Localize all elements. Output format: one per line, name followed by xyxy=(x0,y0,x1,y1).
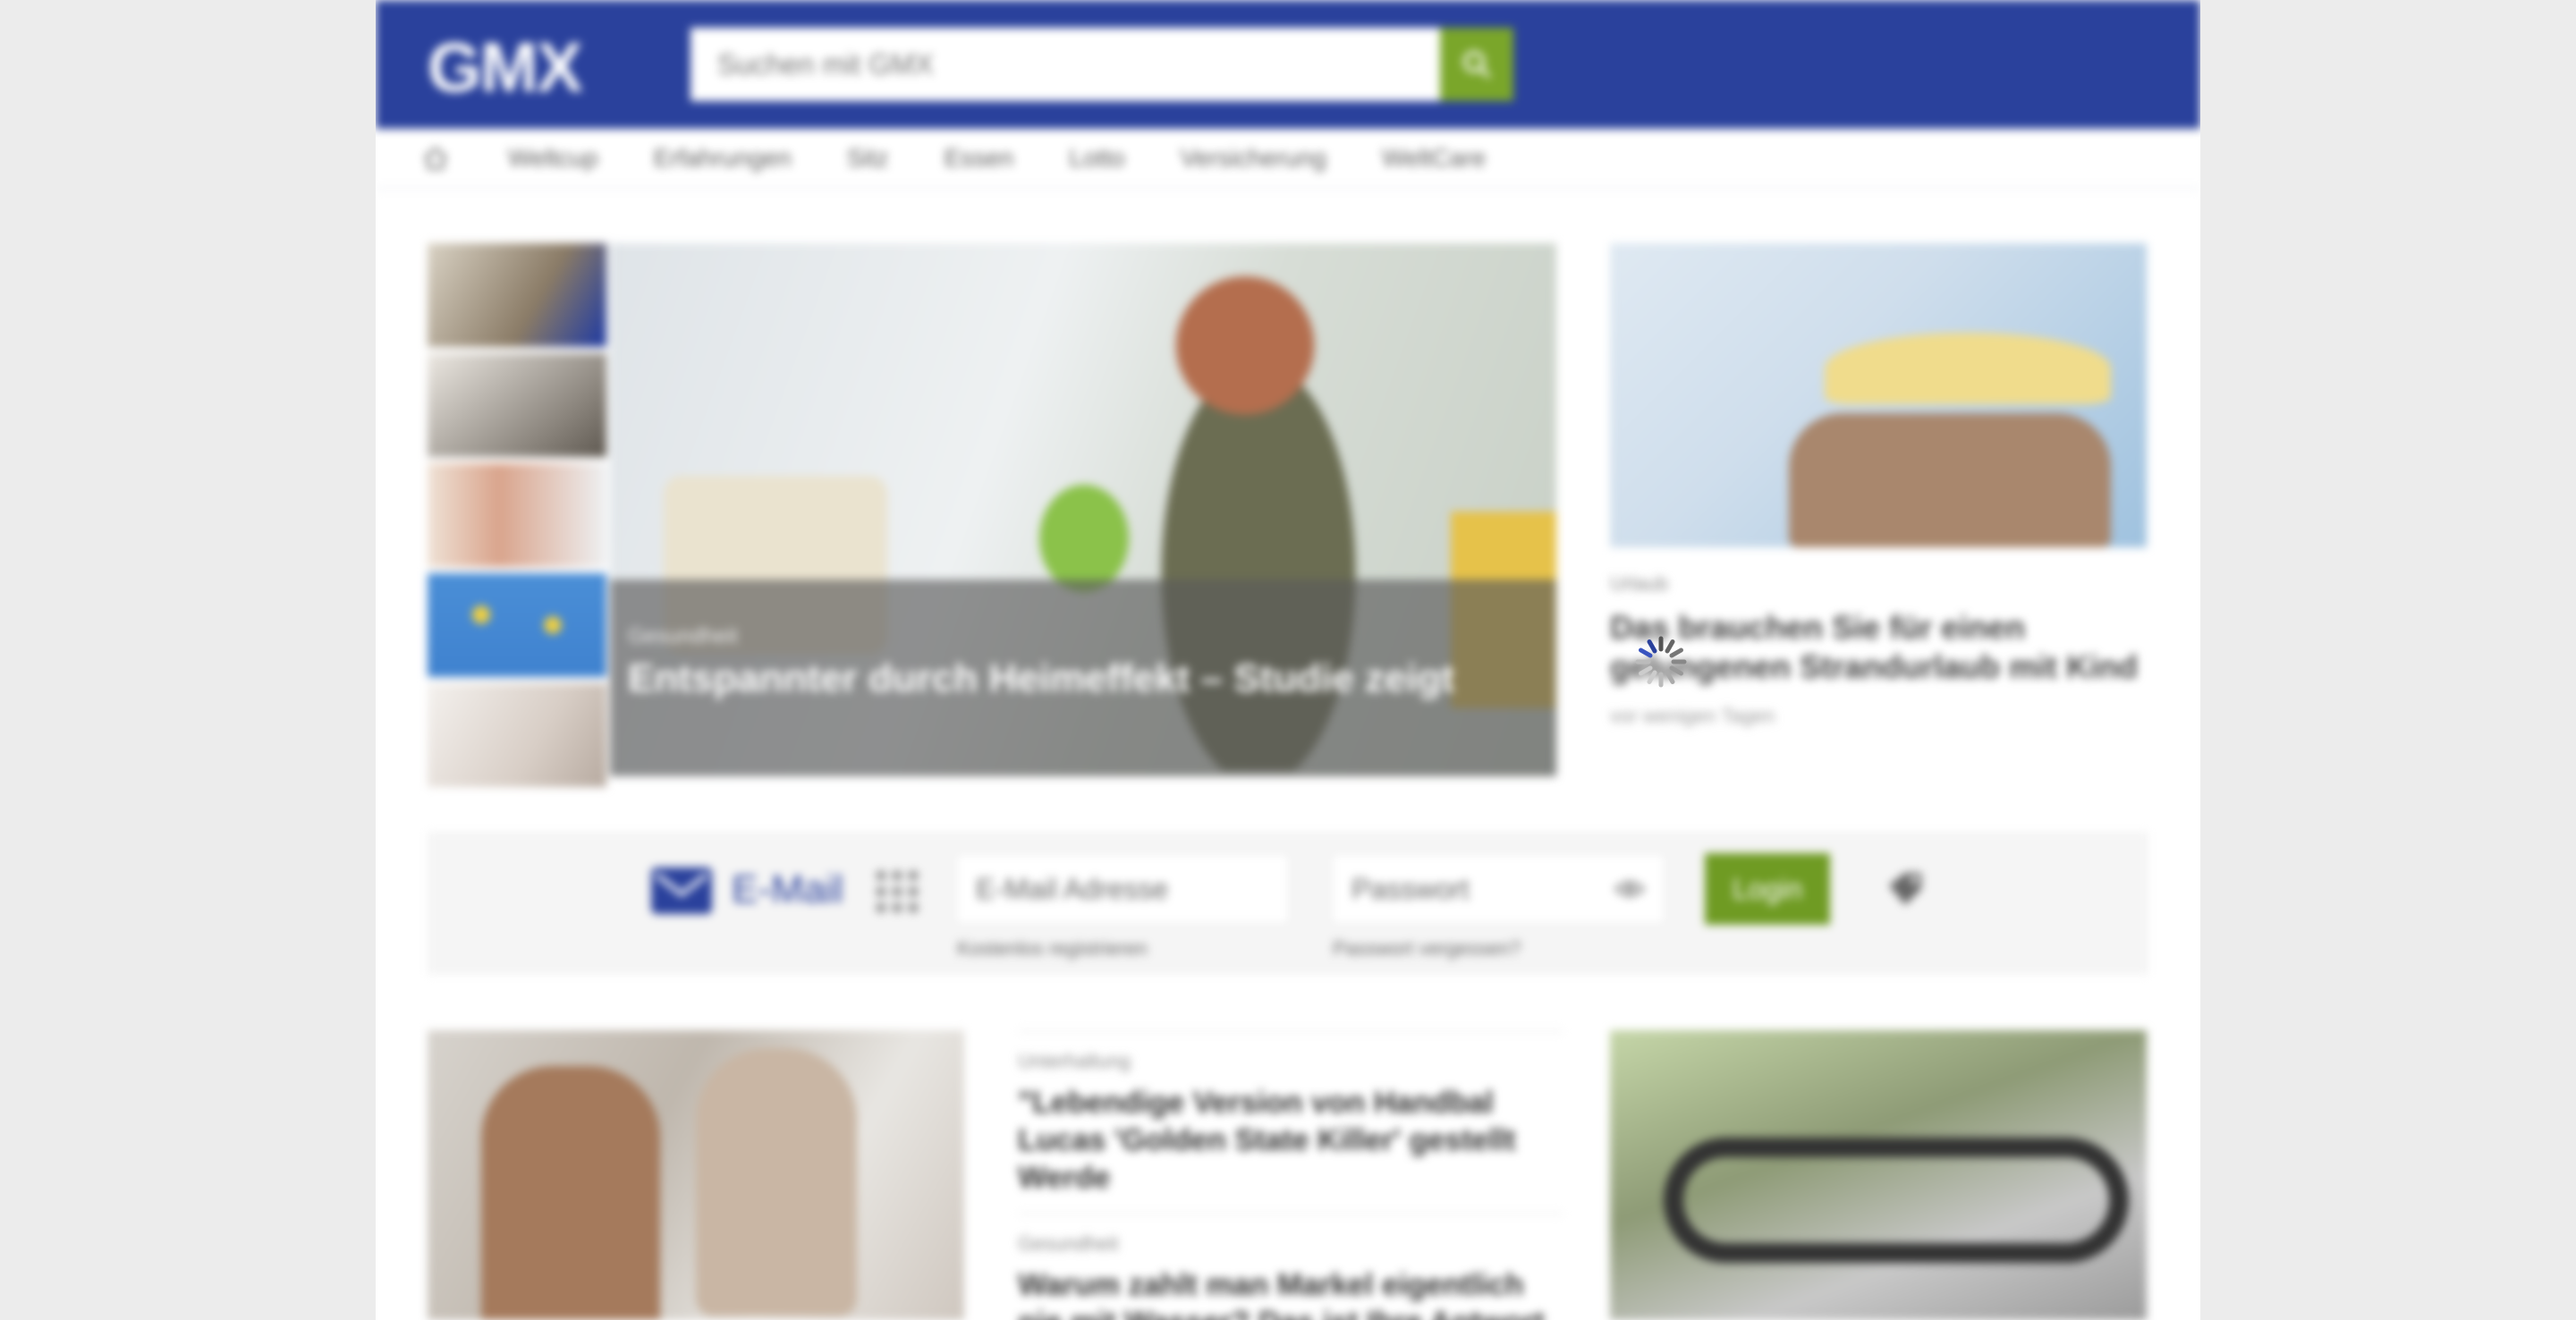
thumbnail[interactable] xyxy=(428,463,606,567)
side-article-meta: vor wenigen Tagen xyxy=(1610,705,1775,727)
thumbnail[interactable] xyxy=(428,243,606,347)
login-button[interactable]: Login xyxy=(1705,853,1830,925)
list-item[interactable]: Gesundheit Warum zahlt man Markel eigent… xyxy=(1018,1213,1563,1320)
nav-item[interactable]: Essen xyxy=(944,144,1013,173)
email-field[interactable]: E-Mail Adresse xyxy=(955,853,1290,925)
show-password-icon[interactable] xyxy=(1614,880,1645,898)
article-kicker: Unterhaltung xyxy=(1018,1050,1131,1072)
loading-spinner-icon xyxy=(1635,636,1687,688)
hero-thumbnails xyxy=(428,243,606,793)
side-article-title[interactable]: Das brauchen Sie für einen gelungenen St… xyxy=(1610,608,2147,687)
thumbnail[interactable] xyxy=(428,573,606,677)
page-content: GMX Weltcup Erfahrungen Sitz Essen Lotto xyxy=(376,0,2200,1320)
email-service-label[interactable]: E-Mail xyxy=(732,867,843,912)
home-icon[interactable] xyxy=(422,142,454,174)
beach-family xyxy=(1789,413,2111,547)
nav-item[interactable]: Lotto xyxy=(1069,144,1124,173)
thumbnail[interactable] xyxy=(428,353,606,457)
article-list: Unterhaltung "Lebendige Version von Hand… xyxy=(1018,1030,1563,1320)
login-bar: E-Mail E-Mail Adresse Passwort Login Kos… xyxy=(428,832,2148,975)
forgot-password-link[interactable]: Passwort vergessen? xyxy=(1333,937,1521,960)
article-kicker: Gesundheit xyxy=(1018,1232,1119,1255)
beach-umbrella xyxy=(1825,333,2111,404)
nav-item[interactable]: Weltcup xyxy=(508,144,598,173)
article-image-people[interactable] xyxy=(428,1030,964,1320)
search-button[interactable] xyxy=(1440,28,1513,101)
search-icon xyxy=(1463,51,1490,78)
tag-icon[interactable] xyxy=(1884,867,1927,910)
nav-item[interactable]: WeltCare xyxy=(1382,144,1486,173)
hero-teaser[interactable]: Gesundheit Entspannter durch Heimeffekt … xyxy=(610,243,1556,776)
article-image-bike[interactable] xyxy=(1610,1030,2147,1320)
nav-item[interactable]: Versicherung xyxy=(1181,144,1326,173)
article-title[interactable]: Warum zahlt man Markel eigentlich nie mi… xyxy=(1018,1266,1563,1320)
bike-handlebar xyxy=(1664,1138,2129,1263)
person-shape xyxy=(481,1066,660,1320)
register-link[interactable]: Kostenlos registrieren xyxy=(957,937,1148,960)
search-bar xyxy=(691,28,1513,101)
hero-headline[interactable]: Entspannter durch Heimeffekt – Studie ze… xyxy=(628,656,1454,701)
app-grid-icon[interactable] xyxy=(873,867,919,914)
search-input[interactable] xyxy=(691,28,1440,101)
nav-item[interactable]: Sitz xyxy=(847,144,889,173)
mail-icon[interactable] xyxy=(651,867,712,914)
password-placeholder: Passwort xyxy=(1352,872,1470,905)
hero-kicker: Gesundheit xyxy=(628,624,738,648)
thumbnail[interactable] xyxy=(428,683,606,787)
gmx-logo[interactable]: GMX xyxy=(428,27,583,108)
list-item[interactable]: Unterhaltung "Lebendige Version von Hand… xyxy=(1018,1030,1563,1213)
side-article-kicker: Urlaub xyxy=(1610,572,1668,595)
person-shape xyxy=(696,1048,857,1316)
side-article-image[interactable] xyxy=(1610,243,2147,547)
main-nav: Weltcup Erfahrungen Sitz Essen Lotto Ver… xyxy=(376,129,2200,190)
password-field[interactable]: Passwort xyxy=(1331,853,1665,925)
top-header: GMX xyxy=(376,0,2200,129)
article-title[interactable]: "Lebendige Version von Handbal Lucas 'Go… xyxy=(1018,1084,1563,1197)
nav-item[interactable]: Erfahrungen xyxy=(654,144,792,173)
page: GMX Weltcup Erfahrungen Sitz Essen Lotto xyxy=(376,0,2200,1320)
